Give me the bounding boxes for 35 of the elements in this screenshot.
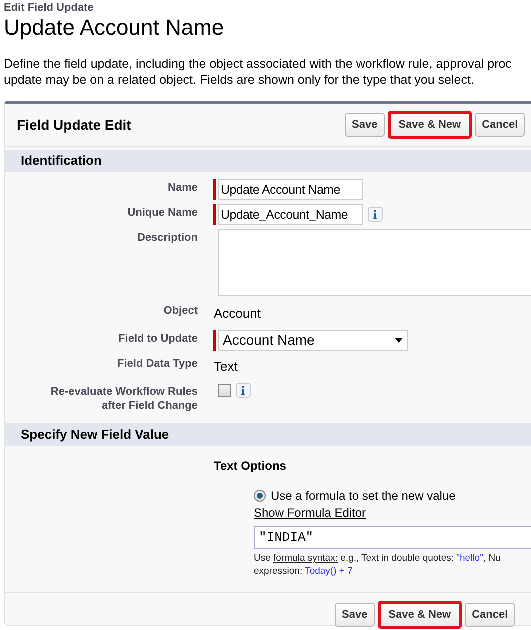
section-header: Specify New Field Value	[5, 423, 531, 446]
field-label: Object	[162, 304, 198, 318]
field-label: Field Data Type	[116, 357, 198, 371]
field-label: Re-evaluate Workflow Rules after Field Change	[50, 385, 198, 413]
radio-label: Use a formula to set the new value	[271, 488, 456, 505]
page-title: Update Account Name	[4, 15, 226, 41]
highlighted-button[interactable]: Save & New	[388, 111, 472, 139]
formula-syntax-link[interactable]: formula syntax:	[274, 553, 338, 564]
radio-button[interactable]	[254, 490, 266, 502]
button[interactable]: Cancel	[465, 603, 516, 627]
checkbox[interactable]	[218, 384, 231, 397]
info-icon[interactable]	[368, 207, 383, 222]
description-field[interactable]	[218, 229, 531, 296]
field-label: Name	[167, 181, 198, 195]
dropdown[interactable]: Account Name	[218, 330, 408, 351]
field-label: Field to Update	[118, 332, 198, 346]
section-header: Identification	[5, 150, 531, 172]
highlighted-button[interactable]: Save & New	[378, 601, 462, 629]
text-field[interactable]: Update_Account_Name	[218, 204, 363, 225]
field-label: Unique Name	[126, 206, 198, 220]
button[interactable]: Cancel	[475, 113, 526, 137]
options-title: Text Options	[214, 458, 288, 475]
button[interactable]: Save	[345, 113, 385, 137]
button[interactable]: Save	[335, 603, 375, 627]
field-label: Description	[136, 231, 198, 245]
field-value: Text	[213, 359, 238, 374]
formula-editor-link[interactable]: Show Formula Editor	[254, 506, 366, 521]
page-description: Define the field update, including the object associated with the workflow rule, approval proc update may be on a related object. Fields are shown only for the type that you select.	[4, 56, 513, 88]
formula-field[interactable]: "INDIA"	[254, 526, 531, 549]
breadcrumb: Edit Field Update	[4, 2, 95, 15]
formula-help-text: Use formula syntax: e.g., Text in double quotes: "hello", Nu expression: Today() + 7	[254, 552, 502, 578]
panel-title: Field Update Edit	[16, 116, 132, 135]
field-value: Account	[213, 306, 261, 321]
info-icon[interactable]	[236, 383, 251, 398]
text-field[interactable]: Update Account Name	[218, 179, 363, 200]
